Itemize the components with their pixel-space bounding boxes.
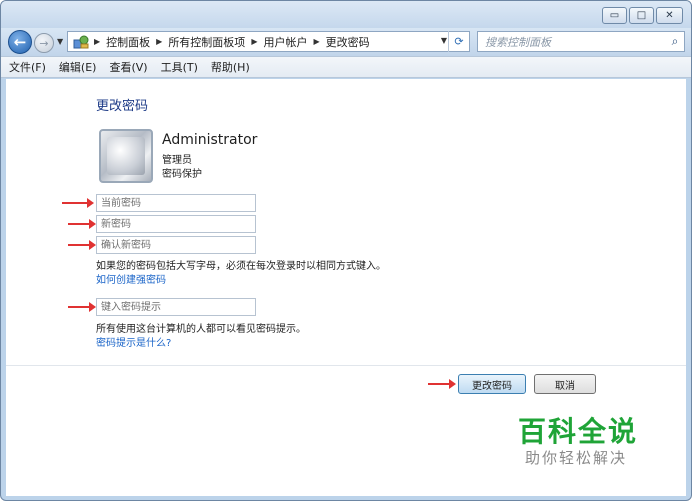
forward-arrow-icon: → [39, 36, 49, 50]
refresh-button[interactable]: ⟳ [448, 31, 469, 52]
breadcrumb-separator-icon: ▶ [156, 37, 163, 46]
password-hint-link[interactable]: 密码提示是什么? [96, 334, 171, 349]
watermark-title: 百科全说 [518, 415, 639, 448]
control-panel-window: ▭ □ ✕ ← → ▼ ▶ 控制面板 ▶ 所有控制面板项 ▶ 用户帐户 ▶ 更改… [0, 0, 692, 501]
menu-file[interactable]: 文件(F) [9, 59, 46, 75]
strong-password-link[interactable]: 如何创建强密码 [96, 271, 166, 286]
breadcrumb-separator-icon: ▶ [94, 37, 101, 46]
address-bar[interactable]: ▶ 控制面板 ▶ 所有控制面板项 ▶ 用户帐户 ▶ 更改密码 ▼ ⟳ [67, 31, 470, 52]
menu-edit[interactable]: 编辑(E) [59, 59, 97, 75]
breadcrumb-all-items[interactable]: 所有控制面板项 [168, 34, 245, 50]
page-title: 更改密码 [96, 99, 149, 114]
back-button[interactable]: ← [8, 30, 32, 54]
close-button[interactable]: ✕ [656, 7, 683, 24]
search-icon[interactable]: ⌕ [666, 34, 684, 49]
user-role: 管理员 [162, 155, 192, 166]
breadcrumb-user-accounts[interactable]: 用户帐户 [263, 34, 307, 50]
change-password-panel: 更改密码 Administrator 管理员 密码保护 如果您的密码包括大写字母… [6, 79, 686, 496]
divider [6, 365, 686, 366]
watermark-subtitle: 助你轻松解决 [525, 449, 628, 467]
menu-tools[interactable]: 工具(T) [161, 59, 198, 75]
maximize-button[interactable]: □ [629, 7, 654, 24]
search-box[interactable]: 搜索控制面板 ⌕ [477, 31, 685, 52]
avatar [99, 129, 153, 183]
annotation-arrow-icon [428, 379, 456, 389]
recent-pages-dropdown[interactable]: ▼ [57, 37, 63, 46]
menu-help[interactable]: 帮助(H) [211, 59, 250, 75]
hint-note: 所有使用这台计算机的人都可以看见密码提示。 [96, 324, 306, 335]
new-password-field[interactable] [96, 215, 256, 233]
back-arrow-icon: ← [13, 33, 27, 51]
change-password-button[interactable]: 更改密码 [458, 374, 526, 394]
user-picture-icon [107, 137, 145, 175]
annotation-arrow-icon [68, 240, 96, 250]
chevron-down-icon: ▼ [57, 37, 64, 46]
user-name: Administrator [162, 132, 258, 148]
refresh-icon: ⟳ [454, 35, 464, 48]
annotation-arrow-icon [62, 198, 94, 208]
breadcrumb-control-panel[interactable]: 控制面板 [106, 34, 150, 50]
control-panel-icon [71, 34, 91, 50]
breadcrumb-change-password[interactable]: 更改密码 [326, 34, 370, 50]
password-hint-field[interactable] [96, 298, 256, 316]
minimize-icon: ▭ [609, 10, 620, 21]
menu-view[interactable]: 查看(V) [109, 59, 147, 75]
watermark: 百科全说 助你轻松解决 [518, 410, 648, 480]
breadcrumb-separator-icon: ▶ [251, 37, 258, 46]
confirm-password-field[interactable] [96, 236, 256, 254]
annotation-arrow-icon [68, 219, 96, 229]
password-status: 密码保护 [162, 169, 202, 180]
close-icon: ✕ [665, 10, 674, 21]
breadcrumb-separator-icon: ▶ [313, 37, 320, 46]
address-dropdown-icon[interactable]: ▼ [441, 36, 447, 45]
current-password-field[interactable] [96, 194, 256, 212]
minimize-button[interactable]: ▭ [602, 7, 627, 24]
title-bar: ▭ □ ✕ [1, 1, 691, 29]
navigation-bar: ← → ▼ ▶ 控制面板 ▶ 所有控制面板项 ▶ 用户帐户 ▶ 更改密码 ▼ ⟳… [1, 28, 691, 56]
caps-note: 如果您的密码包括大写字母，必须在每次登录时以相同方式键入。 [96, 261, 386, 272]
annotation-arrow-icon [68, 302, 96, 312]
maximize-icon: □ [636, 10, 647, 21]
menu-bar: 文件(F) 编辑(E) 查看(V) 工具(T) 帮助(H) [1, 56, 691, 78]
search-input[interactable]: 搜索控制面板 [478, 34, 666, 50]
cancel-button[interactable]: 取消 [534, 374, 596, 394]
forward-button[interactable]: → [34, 33, 54, 53]
